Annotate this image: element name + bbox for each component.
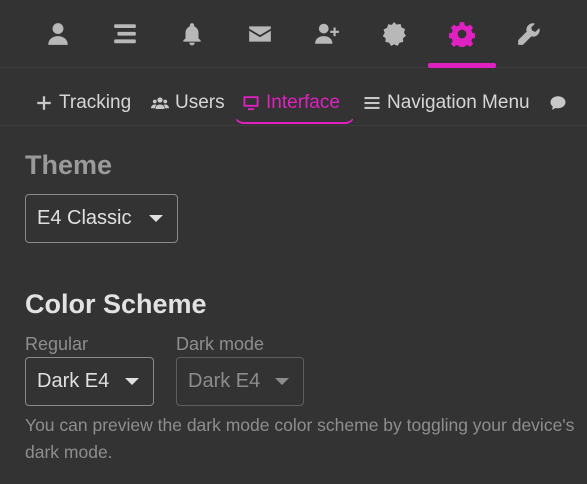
dark-mode-scheme-value: Dark E4 [188,370,261,392]
regular-label: Regular [25,334,89,354]
regular-scheme-value: Dark E4 [37,370,110,392]
theme-select[interactable]: E4 Classic [25,194,178,243]
tab-tracking-label: Tracking [59,92,132,113]
list-icon[interactable] [109,18,141,50]
tab-users-label: Users [175,92,225,113]
wrench-icon[interactable] [513,18,545,50]
gear-icon[interactable] [446,18,478,50]
active-tab-underline [428,63,496,68]
tab-navigation-menu[interactable]: Navigation Menu [363,84,530,122]
chat-bubble-icon [549,94,567,112]
chevron-down-icon [125,378,139,385]
active-subtab-indicator [234,80,355,124]
chevron-down-icon [275,378,289,385]
color-scheme-heading: Color Scheme [25,289,207,319]
chevron-down-icon [149,215,163,222]
regular-scheme-select[interactable]: Dark E4 [25,357,154,406]
envelope-icon[interactable] [244,18,276,50]
tab-overflow[interactable] [549,84,567,122]
theme-select-value: E4 Classic [37,207,132,229]
tab-navigation-menu-label: Navigation Menu [387,92,530,113]
theme-heading: Theme [25,150,113,180]
tab-users[interactable]: Users [151,84,225,122]
bell-icon[interactable] [176,18,208,50]
top-navigation [0,0,587,68]
dark-mode-scheme-select: Dark E4 [176,357,304,406]
bars-icon [363,94,381,112]
user-icon[interactable] [42,18,74,50]
plus-icon [35,94,53,112]
dark-mode-label: Dark mode [176,334,265,354]
dark-mode-help-text: You can preview the dark mode color sche… [25,415,575,462]
tab-tracking[interactable]: Tracking [35,84,131,122]
users-icon [151,94,169,112]
badge-icon[interactable] [378,18,410,50]
user-plus-icon[interactable] [311,18,343,50]
